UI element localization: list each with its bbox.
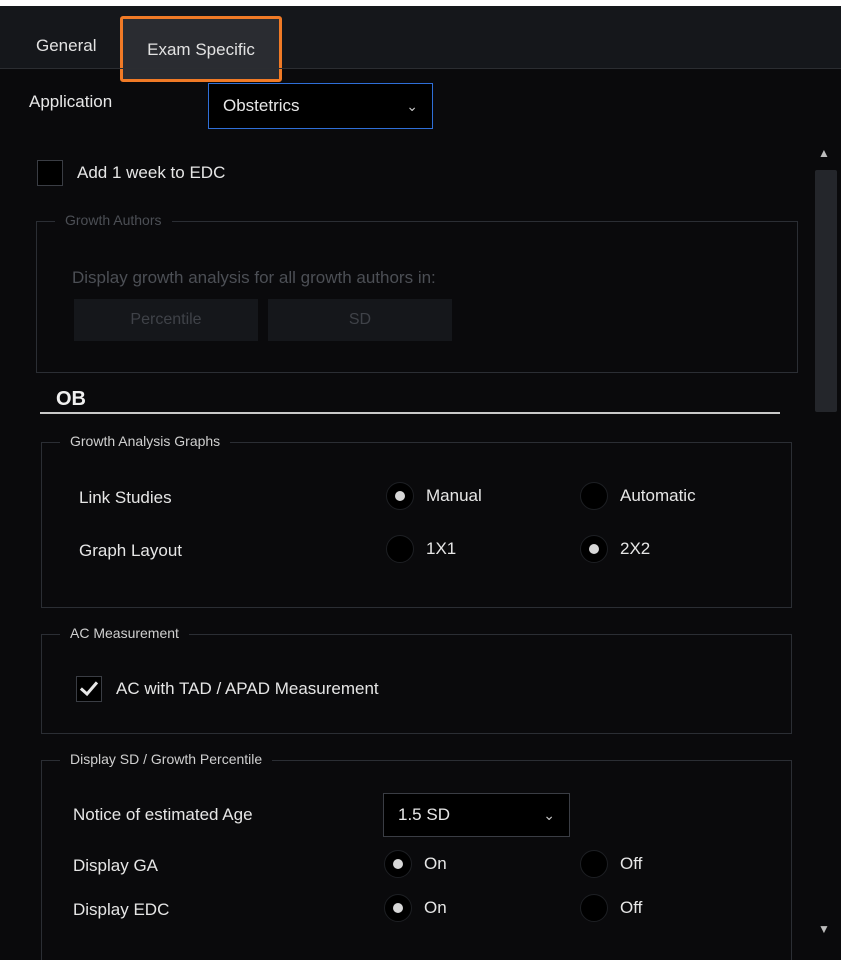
link-studies-manual-label: Manual	[426, 486, 482, 505]
ac-tad-apad-row[interactable]: AC with TAD / APAD Measurement	[76, 676, 379, 702]
graph-layout-label: Graph Layout	[79, 541, 183, 560]
application-label: Application	[29, 92, 113, 111]
link-studies-label: Link Studies	[79, 488, 172, 507]
growth-authors-description: Display growth analysis for all growth a…	[72, 268, 436, 287]
ac-tad-apad-label: AC with TAD / APAD Measurement	[116, 679, 379, 698]
link-studies-manual-radio[interactable]: Manual	[386, 482, 482, 510]
ac-tad-apad-checkbox[interactable]	[76, 676, 102, 702]
display-edc-on-radio[interactable]: On	[384, 894, 447, 922]
radio-selected-icon	[384, 850, 412, 878]
scrollbar-thumb[interactable]	[815, 170, 837, 412]
application-dropdown[interactable]: Obstetrics ⌄	[208, 83, 433, 129]
display-ga-label: Display GA	[73, 856, 159, 875]
radio-selected-icon	[580, 535, 608, 563]
graph-layout-1x1-radio[interactable]: 1X1	[386, 535, 456, 563]
display-sd-title: Display SD / Growth Percentile	[60, 751, 273, 767]
display-edc-label: Display EDC	[73, 900, 170, 919]
add-week-checkbox[interactable]	[37, 160, 63, 186]
link-studies-automatic-radio[interactable]: Automatic	[580, 482, 696, 510]
display-edc-off-label: Off	[620, 898, 643, 917]
chevron-down-icon: ⌄	[406, 98, 418, 114]
tab-exam-specific[interactable]: Exam Specific	[120, 16, 282, 82]
tab-divider	[0, 68, 841, 69]
tab-bar: General Exam Specific	[0, 6, 841, 82]
display-ga-on-radio[interactable]: On	[384, 850, 447, 878]
display-edc-off-radio[interactable]: Off	[580, 894, 642, 922]
display-ga-off-radio[interactable]: Off	[580, 850, 642, 878]
graph-layout-2x2-label: 2X2	[620, 539, 651, 558]
tab-general[interactable]: General	[22, 28, 110, 64]
link-studies-automatic-label: Automatic	[620, 486, 696, 505]
sd-button[interactable]: SD	[268, 299, 452, 341]
scroll-up-icon[interactable]: ▲	[818, 146, 830, 160]
display-edc-on-label: On	[424, 898, 447, 917]
add-week-row[interactable]: Add 1 week to EDC	[37, 160, 225, 186]
radio-unselected-icon	[580, 894, 608, 922]
scroll-down-icon[interactable]: ▼	[818, 922, 830, 936]
ob-section-divider	[40, 412, 780, 414]
percentile-button[interactable]: Percentile	[74, 299, 258, 341]
notice-estimated-age-value: 1.5 SD	[398, 805, 450, 824]
radio-selected-icon	[384, 894, 412, 922]
display-ga-off-label: Off	[620, 854, 643, 873]
radio-unselected-icon	[580, 850, 608, 878]
radio-unselected-icon	[580, 482, 608, 510]
radio-selected-icon	[386, 482, 414, 510]
graph-layout-1x1-label: 1X1	[426, 539, 457, 558]
ob-section-title: OB	[56, 388, 86, 410]
chevron-down-icon: ⌄	[543, 807, 555, 823]
notice-estimated-age-label: Notice of estimated Age	[73, 805, 253, 824]
growth-analysis-graphs-group: Growth Analysis Graphs	[41, 433, 792, 608]
growth-authors-group: Growth Authors	[36, 212, 798, 373]
growth-authors-title: Growth Authors	[55, 212, 172, 228]
display-ga-on-label: On	[424, 854, 447, 873]
add-week-label: Add 1 week to EDC	[77, 163, 226, 182]
radio-unselected-icon	[386, 535, 414, 563]
application-dropdown-value: Obstetrics	[223, 96, 300, 115]
check-icon	[79, 681, 99, 697]
ac-measurement-title: AC Measurement	[60, 625, 189, 641]
growth-analysis-graphs-title: Growth Analysis Graphs	[60, 433, 231, 449]
notice-estimated-age-dropdown[interactable]: 1.5 SD ⌄	[383, 793, 570, 837]
tab-exam-specific-label: Exam Specific	[147, 40, 255, 59]
graph-layout-2x2-radio[interactable]: 2X2	[580, 535, 650, 563]
